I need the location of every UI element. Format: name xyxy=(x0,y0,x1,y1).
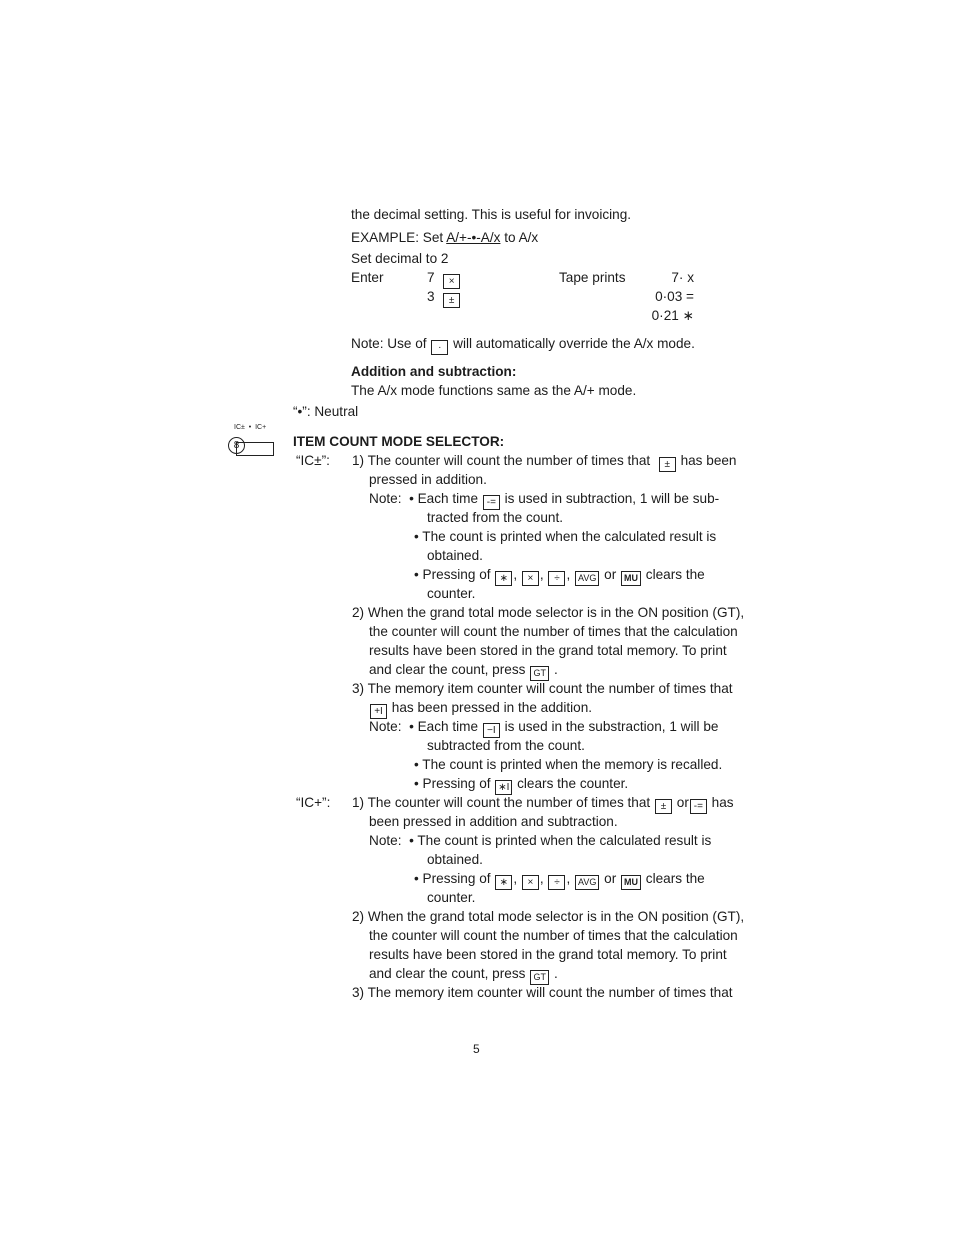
avg-key-icon: AVG xyxy=(575,875,600,890)
note-override: Note: Use of · will automatically overri… xyxy=(351,336,695,355)
text-line: • The count is printed when the calculat… xyxy=(414,529,717,544)
memory-recall-key-icon: ∗I xyxy=(495,780,513,795)
total-key-icon: ∗ xyxy=(495,571,513,586)
memory-plus-key-icon: +I xyxy=(370,704,387,719)
text-line: 1) The counter will count the number of … xyxy=(352,795,734,814)
text-line: tracted from the count. xyxy=(427,510,564,525)
page-number: 5 xyxy=(473,1042,480,1056)
text-line: Note: • Each time -= is used in subtract… xyxy=(369,491,720,510)
section-heading: ITEM COUNT MODE SELECTOR: xyxy=(293,434,505,449)
addsub-text: The A/x mode functions same as the A/+ m… xyxy=(351,383,637,398)
example-line: EXAMPLE: Set A/+-•-A/x to A/x xyxy=(351,230,539,245)
decimal-key-icon: · xyxy=(431,340,449,355)
text-line: pressed in addition. xyxy=(369,472,487,487)
text-line: 3) The memory item counter will count th… xyxy=(352,985,733,1000)
intro-line: the decimal setting. This is useful for … xyxy=(351,207,632,222)
text-line: and clear the count, press GT . xyxy=(369,966,558,985)
text-line: the counter will count the number of tim… xyxy=(369,624,738,639)
set-decimal: Set decimal to 2 xyxy=(351,251,449,266)
text-line: +I has been pressed in the addition. xyxy=(369,700,592,719)
addsub-heading: Addition and subtraction: xyxy=(351,364,517,379)
ic-pm-label: “IC±”: xyxy=(296,453,330,468)
avg-key-icon: AVG xyxy=(575,571,600,586)
text-line: • Pressing of ∗I clears the counter. xyxy=(414,776,629,795)
text-line: results have been stored in the grand to… xyxy=(369,947,727,962)
text-line: • The count is printed when the memory i… xyxy=(414,757,723,772)
divide-key-icon: ÷ xyxy=(548,571,566,586)
text-line: subtracted from the count. xyxy=(427,738,585,753)
gt-key-icon: GT xyxy=(530,666,550,681)
text-line: and clear the count, press GT . xyxy=(369,662,558,681)
text-line: counter. xyxy=(427,586,476,601)
minus-equals-key-icon: -= xyxy=(482,495,500,510)
memory-minus-key-icon: −I xyxy=(482,723,500,738)
text-line: obtained. xyxy=(427,852,483,867)
text-line: results have been stored in the grand to… xyxy=(369,643,727,658)
text-line: the counter will count the number of tim… xyxy=(369,928,738,943)
divide-key-icon: ÷ xyxy=(548,875,566,890)
text-line: 1) The counter will count the number of … xyxy=(352,453,737,472)
text-line: been pressed in addition and subtraction… xyxy=(369,814,618,829)
text-line: 3) The memory item counter will count th… xyxy=(352,681,733,696)
tape-line: 7· x xyxy=(671,270,694,285)
text-line: 2) When the grand total mode selector is… xyxy=(352,605,745,620)
text-line: • Pressing of ∗, ×, ÷, AVG or MU clears … xyxy=(414,567,705,586)
times-key-icon: × xyxy=(521,875,539,890)
plus-equals-key-icon: ± xyxy=(658,457,676,472)
tape-line: 0·03 = xyxy=(655,289,694,304)
selector-labels: IC± • IC+ xyxy=(234,424,267,431)
selector-switch-icon xyxy=(236,442,274,456)
times-key-icon: × xyxy=(443,274,461,289)
total-key-icon: ∗ xyxy=(495,875,513,890)
gt-key-icon: GT xyxy=(530,970,550,985)
plus-equals-key-icon: ± xyxy=(443,293,461,308)
mu-key-icon: MU xyxy=(621,875,642,890)
text-line: counter. xyxy=(427,890,476,905)
plus-equals-key-icon: ± xyxy=(655,799,672,814)
entry-row: 3 ± xyxy=(427,289,461,308)
mu-key-icon: MU xyxy=(621,571,642,586)
times-key-icon: × xyxy=(521,571,539,586)
text-line: 2) When the grand total mode selector is… xyxy=(352,909,745,924)
text-line: • Pressing of ∗, ×, ÷, AVG or MU clears … xyxy=(414,871,705,890)
text-line: Note: • Each time −I is used in the subs… xyxy=(369,719,719,738)
text-line: Note: • The count is printed when the ca… xyxy=(369,833,712,848)
text-line: obtained. xyxy=(427,548,483,563)
tape-label: Tape prints xyxy=(559,270,626,285)
enter-label: Enter xyxy=(351,270,384,285)
entry-row: 7 × xyxy=(427,270,461,289)
minus-equals-key-icon: -= xyxy=(689,799,707,814)
tape-line: 0·21 ∗ xyxy=(651,308,694,323)
ic-plus-label: “IC+”: xyxy=(296,795,331,810)
neutral-line: “•”: Neutral xyxy=(293,404,359,419)
